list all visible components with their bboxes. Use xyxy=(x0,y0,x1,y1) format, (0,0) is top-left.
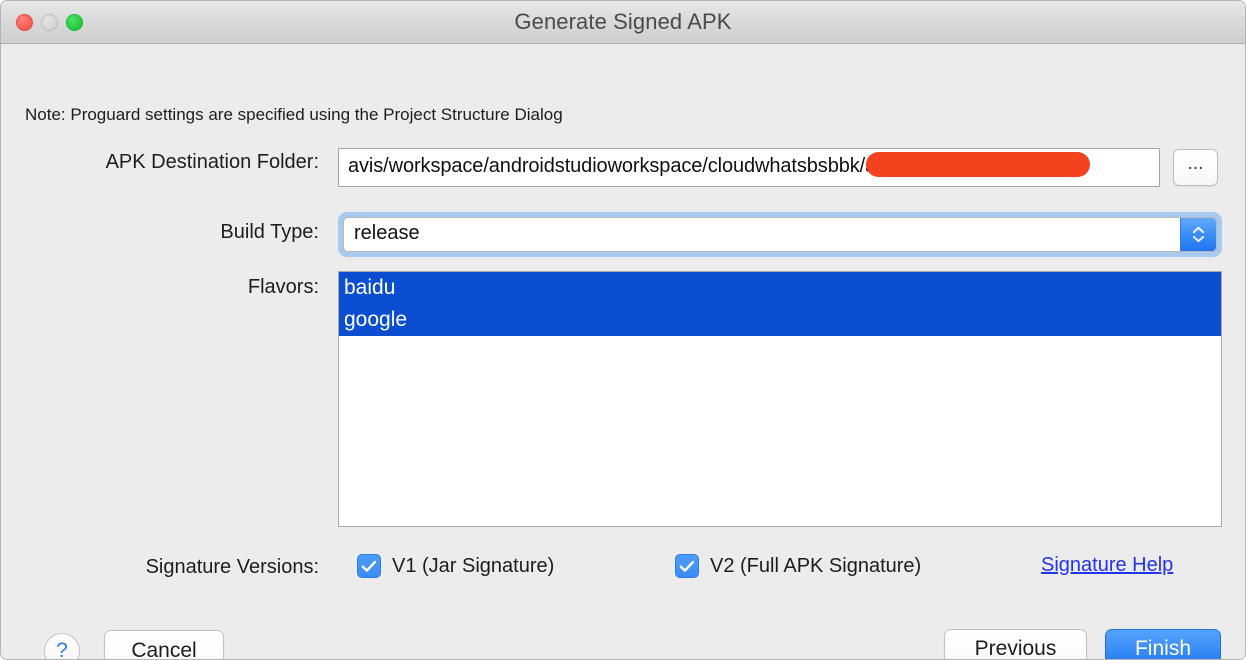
chevron-down-icon xyxy=(1193,236,1204,242)
build-type-label: Build Type: xyxy=(220,221,319,243)
signature-v1-checkbox[interactable] xyxy=(357,554,381,578)
signature-v2-row[interactable]: V2 (Full APK Signature) xyxy=(675,554,921,578)
finish-button[interactable]: Finish xyxy=(1105,629,1221,659)
redaction-overlay xyxy=(866,152,1090,177)
signature-v1-label: V1 (Jar Signature) xyxy=(392,554,555,577)
generate-signed-apk-dialog: Generate Signed APK Note: Proguard setti… xyxy=(0,0,1246,660)
title-bar: Generate Signed APK xyxy=(1,1,1245,44)
checkmark-icon xyxy=(361,560,377,572)
signature-versions-label: Signature Versions: xyxy=(145,556,319,578)
apk-destination-value: avis/workspace/androidstudioworkspace/cl… xyxy=(348,155,899,177)
chevron-up-icon xyxy=(1193,227,1204,233)
proguard-note: Note: Proguard settings are specified us… xyxy=(25,105,563,124)
apk-destination-label: APK Destination Folder: xyxy=(105,151,319,173)
apk-destination-input[interactable]: avis/workspace/androidstudioworkspace/cl… xyxy=(338,148,1160,187)
build-type-stepper-button[interactable] xyxy=(1180,218,1216,251)
build-type-select[interactable]: release xyxy=(343,217,1217,252)
flavors-label: Flavors: xyxy=(247,276,319,298)
signature-v2-label: V2 (Full APK Signature) xyxy=(710,554,922,577)
cancel-button[interactable]: Cancel xyxy=(104,630,224,659)
flavors-list[interactable]: baidu google xyxy=(338,271,1222,527)
help-button[interactable]: ? xyxy=(44,633,80,659)
window-title: Generate Signed APK xyxy=(514,9,732,34)
signature-v1-row[interactable]: V1 (Jar Signature) xyxy=(357,554,554,578)
list-item[interactable]: baidu xyxy=(339,272,1221,304)
build-type-focus-ring: release xyxy=(338,212,1222,257)
list-item[interactable]: google xyxy=(339,304,1221,336)
signature-help-link[interactable]: Signature Help xyxy=(1041,554,1173,577)
previous-button[interactable]: Previous xyxy=(944,629,1087,659)
checkmark-icon xyxy=(679,560,695,572)
build-type-value: release xyxy=(354,222,420,244)
dialog-body: Note: Proguard settings are specified us… xyxy=(1,44,1245,659)
browse-folder-button[interactable]: ... xyxy=(1173,149,1218,186)
signature-v2-checkbox[interactable] xyxy=(675,554,699,578)
